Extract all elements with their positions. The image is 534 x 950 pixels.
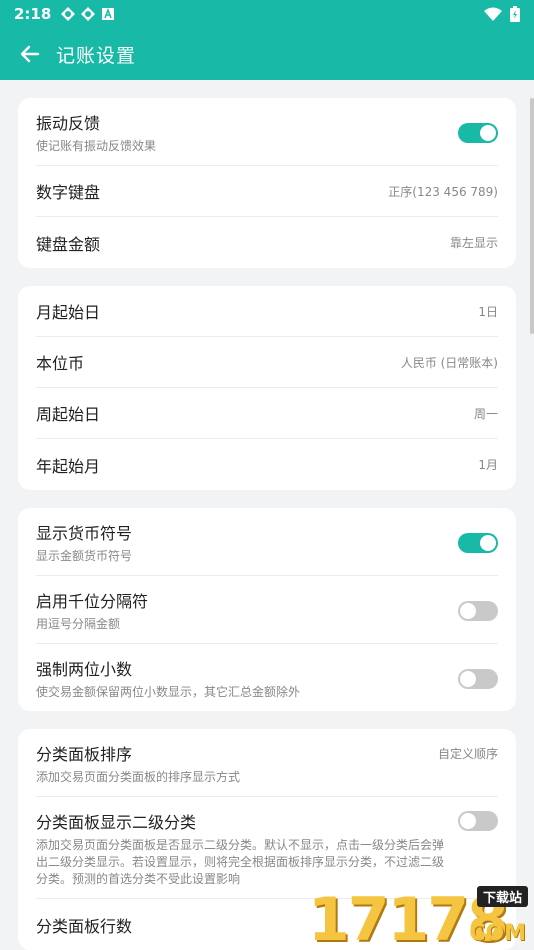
- status-bar: 2:18: [0, 0, 534, 28]
- currency-symbol-toggle[interactable]: [458, 532, 498, 553]
- two-decimals-toggle[interactable]: [458, 668, 498, 689]
- site-watermark-logo: 17178 下载站 COM: [308, 882, 534, 950]
- settings-card-input: 振动反馈 使记账有振动反馈效果 数字键盘 正序(123 456 789) 键盘金…: [18, 98, 516, 268]
- vibration-toggle[interactable]: [458, 122, 498, 143]
- setting-label: 数字键盘: [36, 183, 101, 202]
- font-notification-icon: [102, 7, 115, 20]
- setting-year-start-month[interactable]: 年起始月 1月: [36, 439, 498, 490]
- toggle-knob: [460, 602, 476, 619]
- toggle-knob: [460, 670, 476, 687]
- status-time: 2:18: [14, 5, 52, 23]
- setting-label: 分类面板显示二级分类: [36, 813, 197, 832]
- setting-force-two-decimals[interactable]: 强制两位小数 使交易金额保留两位小数显示，其它汇总金额除外: [36, 644, 498, 711]
- setting-category-panel-sort[interactable]: 分类面板排序 添加交易页面分类面板的排序显示方式 自定义顺序: [36, 729, 498, 797]
- app-notification-icon: [81, 7, 96, 21]
- setting-show-currency-symbol[interactable]: 显示货币符号 显示金额货币符号: [36, 508, 498, 576]
- setting-value: 正序(123 456 789): [388, 184, 498, 199]
- top-bar: 2:18 记账设置: [0, 0, 534, 80]
- setting-description: 添加交易页面分类面板的排序显示方式: [36, 770, 241, 784]
- setting-description: 用逗号分隔金额: [36, 617, 121, 631]
- back-arrow-icon[interactable]: [18, 42, 42, 66]
- toggle-knob: [480, 534, 496, 551]
- settings-card-period: 月起始日 1日 本位币 人民币 (日常账本) 周起始日 周一 年起始月 1月: [18, 286, 516, 490]
- setting-label: 月起始日: [36, 303, 101, 322]
- page-title: 记账设置: [56, 44, 137, 67]
- toggle-knob: [480, 124, 496, 141]
- subcategory-toggle[interactable]: [458, 811, 498, 831]
- setting-vibration-feedback[interactable]: 振动反馈 使记账有振动反馈效果: [36, 98, 498, 166]
- battery-icon: [510, 6, 520, 22]
- thousands-separator-toggle[interactable]: [458, 600, 498, 621]
- setting-week-start-day[interactable]: 周起始日 周一: [36, 388, 498, 439]
- setting-label: 分类面板排序: [36, 745, 133, 764]
- setting-label: 振动反馈: [36, 114, 101, 133]
- setting-value: 周一: [473, 406, 498, 421]
- wifi-icon: [484, 7, 502, 21]
- setting-label: 本位币: [36, 354, 85, 373]
- scrollbar[interactable]: [530, 98, 534, 334]
- setting-label: 强制两位小数: [36, 660, 133, 679]
- watermark-tag: 下载站: [476, 886, 528, 907]
- setting-base-currency[interactable]: 本位币 人民币 (日常账本): [36, 337, 498, 388]
- setting-value: 自定义顺序: [437, 747, 498, 761]
- watermark-suffix: COM: [469, 921, 526, 946]
- setting-label: 周起始日: [36, 405, 101, 424]
- settings-card-amount-display: 显示货币符号 显示金额货币符号 启用千位分隔符 用逗号分隔金额 强制两位小数 使…: [18, 508, 516, 711]
- settings-list: 振动反馈 使记账有振动反馈效果 数字键盘 正序(123 456 789) 键盘金…: [0, 80, 534, 950]
- app-bar: 记账设置: [0, 28, 534, 80]
- setting-label: 分类面板行数: [36, 916, 133, 936]
- setting-label: 显示货币符号: [36, 524, 133, 543]
- toggle-knob: [460, 813, 476, 829]
- setting-number-keypad[interactable]: 数字键盘 正序(123 456 789): [36, 166, 498, 217]
- setting-description: 添加交易页面分类面板是否显示二级分类。默认不显示，点击一级分类后会弹出二级分类显…: [36, 838, 445, 886]
- setting-description: 使记账有振动反馈效果: [36, 139, 157, 153]
- setting-value: 人民币 (日常账本): [400, 355, 498, 370]
- setting-label: 键盘金额: [36, 234, 101, 254]
- setting-description: 显示金额货币符号: [36, 549, 133, 563]
- app-notification-icon: [61, 7, 76, 21]
- setting-label: 启用千位分隔符: [36, 592, 149, 611]
- setting-value: 1日: [478, 304, 498, 319]
- setting-description: 使交易金额保留两位小数显示，其它汇总金额除外: [36, 685, 301, 699]
- setting-month-start-day[interactable]: 月起始日 1日: [36, 286, 498, 337]
- setting-thousands-separator[interactable]: 启用千位分隔符 用逗号分隔金额: [36, 576, 498, 644]
- setting-value: 靠左显示: [449, 236, 498, 250]
- setting-value: 1月: [478, 458, 498, 472]
- setting-keypad-amount[interactable]: 键盘金额 靠左显示: [36, 217, 498, 268]
- setting-label: 年起始月: [36, 456, 101, 476]
